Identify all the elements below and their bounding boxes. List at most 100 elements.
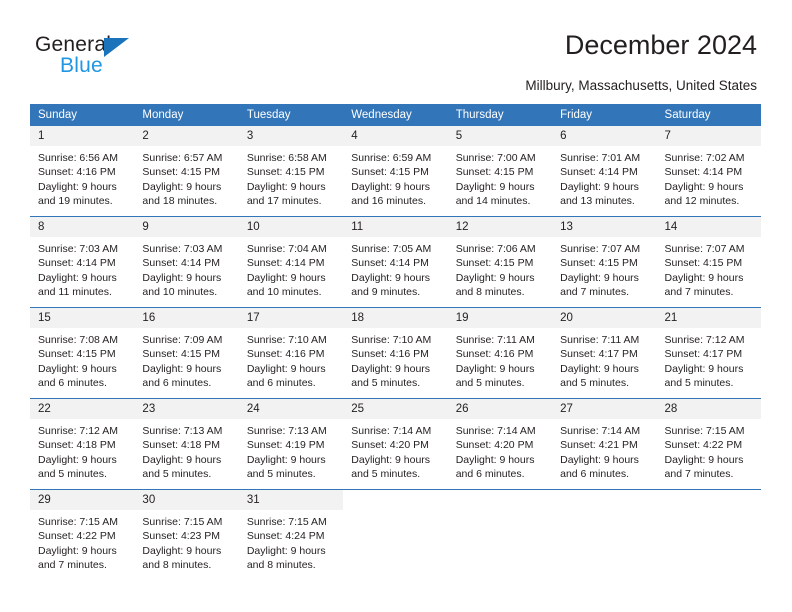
- day-number: 26: [447, 399, 553, 419]
- day-cell[interactable]: 18 Sunrise: 7:10 AM Sunset: 4:16 PM Dayligh…: [343, 307, 448, 399]
- day-cell[interactable]: 8 Sunrise: 7:03 AM Sunset: 4:14 PM Daylight…: [30, 216, 135, 308]
- brand-logo[interactable]: General Blue: [35, 33, 215, 83]
- day-number: 17: [238, 308, 344, 328]
- day-cell[interactable]: 19 Sunrise: 7:11 AM Sunset: 4:16 PM Dayligh…: [447, 307, 553, 399]
- daylight-text-line1: Daylight: 9 hours: [455, 271, 535, 284]
- sunrise-text: Sunrise: 7:11 AM: [560, 334, 640, 346]
- daylight-text-line1: Daylight: 9 hours: [246, 271, 326, 284]
- daylight-text-line2: and 5 minutes.: [351, 376, 421, 389]
- day-cell[interactable]: 16 Sunrise: 7:09 AM Sunset: 4:15 PM Dayligh…: [134, 307, 239, 399]
- sunset-text: Sunset: 4:16 PM: [455, 348, 534, 361]
- page-header: General Blue December 2024 Millbury, Mas…: [0, 0, 792, 100]
- sunset-text: Sunset: 4:15 PM: [351, 166, 429, 179]
- day-number: 7: [656, 126, 761, 146]
- day-number: 4: [343, 126, 448, 146]
- daylight-text-line1: Daylight: 9 hours: [246, 362, 326, 375]
- daylight-text-line2: and 5 minutes.: [560, 376, 629, 389]
- daylight-text-line2: and 5 minutes.: [142, 467, 212, 480]
- day-cell[interactable]: 21 Sunrise: 7:12 AM Sunset: 4:17 PM Dayligh…: [656, 307, 761, 399]
- day-number: 9: [134, 217, 239, 237]
- day-cell[interactable]: 2 Sunrise: 6:57 AM Sunset: 4:15 PM Daylight…: [134, 126, 239, 217]
- day-cell[interactable]: 20 Sunrise: 7:11 AM Sunset: 4:17 PM Dayligh…: [552, 307, 657, 399]
- daylight-text-line2: and 6 minutes.: [560, 467, 629, 480]
- sunrise-text: Sunrise: 6:59 AM: [351, 152, 432, 164]
- daylight-text-line1: Daylight: 9 hours: [246, 180, 326, 193]
- day-number: 1: [30, 126, 135, 146]
- sunrise-text: Sunrise: 7:06 AM: [455, 243, 536, 255]
- sunrise-text: Sunrise: 7:15 AM: [664, 425, 745, 437]
- day-number: 16: [134, 308, 239, 328]
- sunrise-text: Sunrise: 7:08 AM: [38, 334, 118, 346]
- daylight-text-line1: Daylight: 9 hours: [38, 271, 117, 284]
- sunset-text: Sunset: 4:14 PM: [246, 257, 325, 270]
- day-number: 5: [447, 126, 553, 146]
- day-cell[interactable]: 9 Sunrise: 7:03 AM Sunset: 4:14 PM Daylight…: [134, 216, 239, 308]
- day-cell[interactable]: 10 Sunrise: 7:04 AM Sunset: 4:14 PM Dayligh…: [238, 216, 344, 308]
- day-cell[interactable]: 22 Sunrise: 7:12 AM Sunset: 4:18 PM Dayligh…: [30, 398, 135, 490]
- daylight-text-line1: Daylight: 9 hours: [664, 453, 744, 466]
- sunset-text: Sunset: 4:15 PM: [455, 257, 534, 270]
- day-number: 18: [343, 308, 448, 328]
- sunrise-text: Sunrise: 7:10 AM: [351, 334, 432, 346]
- sunrise-text: Sunrise: 7:04 AM: [246, 243, 327, 255]
- day-cell[interactable]: 26 Sunrise: 7:14 AM Sunset: 4:20 PM Dayligh…: [447, 398, 553, 490]
- sunset-text: Sunset: 4:14 PM: [142, 257, 221, 270]
- day-number: [657, 490, 761, 510]
- day-cell[interactable]: 25 Sunrise: 7:14 AM Sunset: 4:20 PM Dayligh…: [343, 398, 448, 490]
- day-cell[interactable]: 30 Sunrise: 7:15 AM Sunset: 4:23 PM Dayligh…: [134, 489, 239, 580]
- daylight-text-line1: Daylight: 9 hours: [664, 362, 744, 375]
- day-cell-empty: [656, 489, 761, 580]
- day-number: 29: [30, 490, 135, 510]
- weekday-header-thursday: Thursday: [447, 104, 553, 126]
- weekday-header-saturday: Saturday: [656, 104, 761, 126]
- day-cell[interactable]: 5 Sunrise: 7:00 AM Sunset: 4:15 PM Daylight…: [447, 126, 553, 217]
- day-cell[interactable]: 11 Sunrise: 7:05 AM Sunset: 4:14 PM Dayligh…: [343, 216, 448, 308]
- day-cell[interactable]: 7 Sunrise: 7:02 AM Sunset: 4:14 PM Daylight…: [656, 126, 761, 217]
- daylight-text-line1: Daylight: 9 hours: [351, 271, 431, 284]
- day-cell[interactable]: 24 Sunrise: 7:13 AM Sunset: 4:19 PM Dayligh…: [238, 398, 344, 490]
- daylight-text-line1: Daylight: 9 hours: [455, 453, 535, 466]
- daylight-text-line2: and 12 minutes.: [664, 194, 740, 207]
- sunset-text: Sunset: 4:15 PM: [664, 257, 743, 270]
- daylight-text-line1: Daylight: 9 hours: [142, 271, 222, 284]
- day-cell[interactable]: 23 Sunrise: 7:13 AM Sunset: 4:18 PM Dayligh…: [134, 398, 239, 490]
- daylight-text-line1: Daylight: 9 hours: [560, 180, 639, 193]
- day-cell[interactable]: 31 Sunrise: 7:15 AM Sunset: 4:24 PM Dayligh…: [238, 489, 344, 580]
- day-number: 2: [134, 126, 239, 146]
- day-number: 22: [30, 399, 135, 419]
- day-number: 11: [343, 217, 448, 237]
- day-number: 24: [238, 399, 344, 419]
- sunset-text: Sunset: 4:19 PM: [246, 439, 325, 452]
- day-cell[interactable]: 1 Sunrise: 6:56 AM Sunset: 4:16 PM Daylight…: [30, 126, 135, 217]
- day-cell[interactable]: 4 Sunrise: 6:59 AM Sunset: 4:15 PM Daylight…: [343, 126, 448, 217]
- sunrise-text: Sunrise: 7:07 AM: [560, 243, 641, 255]
- sunrise-text: Sunrise: 7:12 AM: [664, 334, 745, 346]
- daylight-text-line2: and 7 minutes.: [560, 285, 629, 298]
- day-cell[interactable]: 12 Sunrise: 7:06 AM Sunset: 4:15 PM Dayligh…: [447, 216, 553, 308]
- daylight-text-line1: Daylight: 9 hours: [560, 362, 639, 375]
- day-cell[interactable]: 14 Sunrise: 7:07 AM Sunset: 4:15 PM Dayligh…: [656, 216, 761, 308]
- daylight-text-line2: and 17 minutes.: [246, 194, 322, 207]
- day-cell[interactable]: 29 Sunrise: 7:15 AM Sunset: 4:22 PM Dayligh…: [30, 489, 135, 580]
- daylight-text-line1: Daylight: 9 hours: [351, 362, 431, 375]
- day-cell[interactable]: 17 Sunrise: 7:10 AM Sunset: 4:16 PM Dayligh…: [238, 307, 344, 399]
- day-cell[interactable]: 27 Sunrise: 7:14 AM Sunset: 4:21 PM Dayligh…: [552, 398, 657, 490]
- sunrise-text: Sunrise: 7:05 AM: [351, 243, 432, 255]
- day-number: 20: [552, 308, 657, 328]
- sunset-text: Sunset: 4:15 PM: [38, 348, 116, 361]
- sunset-text: Sunset: 4:17 PM: [560, 348, 638, 361]
- week-row: 1 Sunrise: 6:56 AM Sunset: 4:16 PM Daylight…: [30, 126, 761, 217]
- daylight-text-line2: and 7 minutes.: [38, 558, 107, 571]
- daylight-text-line2: and 10 minutes.: [142, 285, 218, 298]
- day-cell[interactable]: 6 Sunrise: 7:01 AM Sunset: 4:14 PM Daylight…: [552, 126, 657, 217]
- weekday-header-wednesday: Wednesday: [343, 104, 448, 126]
- day-cell[interactable]: 3 Sunrise: 6:58 AM Sunset: 4:15 PM Daylight…: [238, 126, 344, 217]
- sunset-text: Sunset: 4:15 PM: [455, 166, 534, 179]
- sunrise-text: Sunrise: 7:15 AM: [38, 516, 118, 528]
- day-cell[interactable]: 15 Sunrise: 7:08 AM Sunset: 4:15 PM Dayligh…: [30, 307, 135, 399]
- day-cell[interactable]: 28 Sunrise: 7:15 AM Sunset: 4:22 PM Dayligh…: [656, 398, 761, 490]
- day-cell[interactable]: 13 Sunrise: 7:07 AM Sunset: 4:15 PM Dayligh…: [552, 216, 657, 308]
- day-cell-empty: [447, 489, 553, 580]
- day-number: 10: [238, 217, 344, 237]
- daylight-text-line2: and 16 minutes.: [351, 194, 426, 207]
